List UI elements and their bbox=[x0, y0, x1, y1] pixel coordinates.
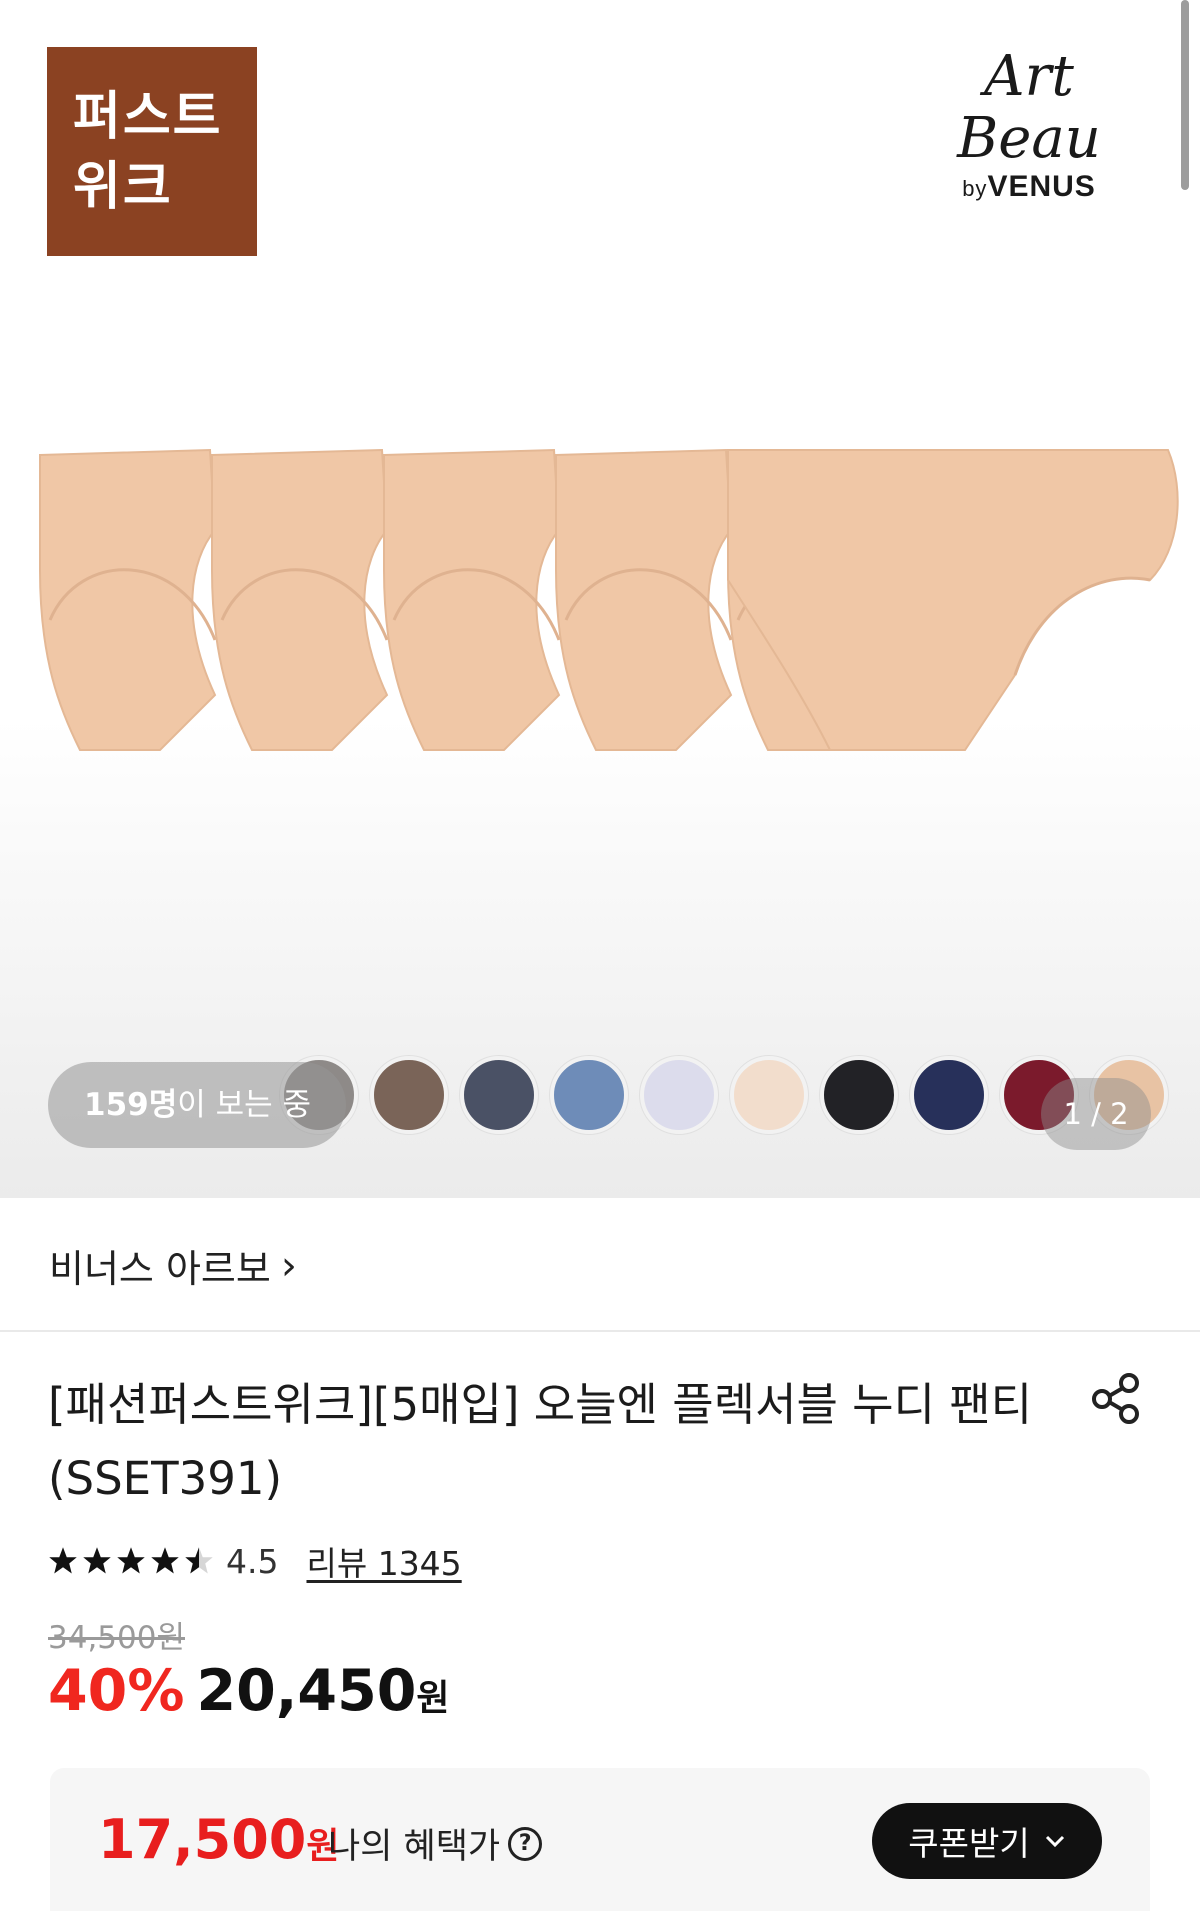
coupon-download-button[interactable]: 쿠폰받기 bbox=[872, 1803, 1102, 1879]
product-title: [패션퍼스트위크][5매입] 오늘엔 플렉서블 누디 팬티(SSET391) bbox=[48, 1378, 1033, 1505]
star-icon bbox=[83, 1547, 111, 1574]
scrollbar[interactable] bbox=[1181, 0, 1189, 190]
benefit-label: 나의 혜택가 ? bbox=[328, 1818, 543, 1869]
benefit-label-text: 나의 혜택가 bbox=[328, 1827, 501, 1867]
sale-price-row: 40% 20,450 원 bbox=[48, 1658, 450, 1724]
seller-link[interactable]: 비너스 아르보 › bbox=[49, 1238, 297, 1293]
chevron-right-icon: › bbox=[280, 1242, 297, 1289]
product-image-carousel[interactable]: 퍼스트 위크 Art Beau byVENUS 159명이 보는 중 1 / 2 bbox=[0, 0, 1200, 1198]
section-divider bbox=[0, 1330, 1200, 1332]
sale-price-unit: 원 bbox=[416, 1678, 450, 1719]
color-swatch[interactable] bbox=[820, 1056, 898, 1134]
rating-stars bbox=[48, 1546, 214, 1576]
viewers-count-badge: 159명이 보는 중 bbox=[48, 1062, 346, 1148]
rating-score: 4.5 bbox=[226, 1541, 279, 1581]
star-icon bbox=[117, 1547, 145, 1574]
product-rating: 4.5 리뷰 1345 bbox=[48, 1533, 462, 1589]
sale-price: 20,450 bbox=[196, 1658, 417, 1724]
original-price: 34,500원 bbox=[48, 1620, 185, 1656]
color-swatch[interactable] bbox=[910, 1056, 988, 1134]
discount-rate: 40% bbox=[48, 1658, 185, 1724]
color-swatch[interactable] bbox=[550, 1056, 628, 1134]
color-swatch[interactable] bbox=[640, 1056, 718, 1134]
color-swatch[interactable] bbox=[730, 1056, 808, 1134]
coupon-button-label: 쿠폰받기 bbox=[908, 1824, 1030, 1863]
star-icon bbox=[49, 1547, 77, 1574]
star-icon bbox=[185, 1547, 213, 1574]
image-pager: 1 / 2 bbox=[1041, 1078, 1151, 1150]
chevron-down-icon bbox=[1045, 1835, 1064, 1848]
star-icon bbox=[151, 1547, 179, 1574]
color-swatch[interactable] bbox=[460, 1056, 538, 1134]
benefit-price: 17,500 원 bbox=[98, 1808, 340, 1871]
viewers-count: 159명 bbox=[84, 1087, 178, 1123]
benefit-price-value: 17,500 bbox=[98, 1808, 307, 1871]
review-count-link[interactable]: 리뷰 1345 bbox=[306, 1537, 461, 1585]
share-icon[interactable] bbox=[1088, 1370, 1144, 1426]
my-benefit-price-box: 17,500 원 나의 혜택가 ? 쿠폰받기 bbox=[50, 1768, 1150, 1911]
color-swatch[interactable] bbox=[370, 1056, 448, 1134]
color-swatch-list bbox=[0, 0, 1200, 1198]
help-icon[interactable]: ? bbox=[508, 1826, 543, 1861]
viewers-suffix: 이 보는 중 bbox=[177, 1087, 312, 1123]
seller-name: 비너스 아르보 bbox=[49, 1247, 271, 1291]
